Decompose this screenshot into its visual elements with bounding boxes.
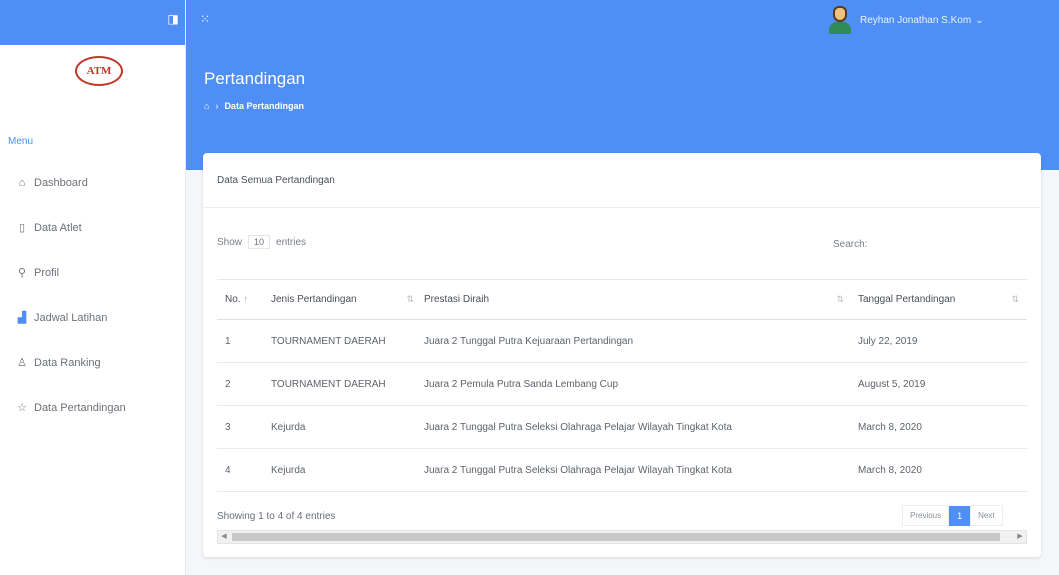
cell-prestasi: Juara 2 Tunggal Putra Seleksi Olahraga P… (422, 405, 852, 449)
next-button[interactable]: Next (970, 505, 1003, 526)
sort-asc-icon: ↑ (243, 294, 248, 304)
cell-jenis: Kejurda (267, 405, 422, 449)
home-icon: ⌂ (18, 176, 26, 189)
user-icon: ⚲ (17, 267, 27, 279)
sidebar-nav: ⌂ Dashboard ▯ Data Atlet ⚲ Profil ▟ Jadw… (0, 160, 185, 430)
table-row: 3 Kejurda Juara 2 Tunggal Putra Seleksi … (217, 405, 1027, 449)
column-header-no[interactable]: No. ↑ (217, 279, 267, 320)
cell-prestasi: Juara 2 Tunggal Putra Kejuaraan Pertandi… (422, 319, 852, 363)
sort-icon: ⇅ (1011, 294, 1019, 304)
search-label: Search: (833, 238, 868, 250)
table-info: Showing 1 to 4 of 4 entries (217, 511, 336, 522)
sidebar-item-label: Dashboard (34, 176, 88, 189)
sort-icon: ⇅ (406, 294, 414, 304)
matches-table: No. ↑ Jenis Pertandingan ⇅ Prestasi Dirai… (217, 279, 1027, 492)
cell-no: 3 (217, 405, 267, 449)
sidebar-item-data-pertandingan[interactable]: ☆ Data Pertandingan (0, 385, 185, 430)
menu-title: Menu (8, 136, 34, 147)
cell-no: 4 (217, 448, 267, 492)
document-icon: ▯ (18, 222, 26, 234)
column-header-tanggal[interactable]: Tanggal Pertandingan ⇅ (852, 279, 1027, 320)
cell-tanggal: March 8, 2020 (852, 448, 1027, 492)
search-box: Search: (833, 235, 1034, 253)
entries-select[interactable]: 10 (248, 235, 271, 249)
sidebar-item-dashboard[interactable]: ⌂ Dashboard (0, 160, 185, 205)
scroll-left-icon[interactable]: ◀ (218, 531, 230, 543)
page-title: Pertandingan (204, 69, 306, 88)
column-header-prestasi[interactable]: Prestasi Diraih ⇅ (422, 279, 852, 320)
table-row: 1 TOURNAMENT DAERAH Juara 2 Tunggal Putr… (217, 319, 1027, 363)
cell-no: 2 (217, 362, 267, 406)
breadcrumb: ⌂ › Data Pertandingan (204, 101, 304, 111)
sidebar-toggle-icon[interactable]: ◨ (166, 12, 180, 26)
bar-chart-icon: ▟ (17, 312, 27, 324)
sidebar-item-label: Data Ranking (34, 356, 101, 369)
show-label: Show (217, 236, 243, 248)
column-header-jenis[interactable]: Jenis Pertandingan ⇅ (267, 279, 422, 320)
data-card: Data Semua Pertandingan Show 10 entries … (203, 153, 1041, 557)
grid-icon[interactable]: ⁙ (200, 12, 210, 26)
entries-label: entries (276, 236, 307, 248)
page-1-button[interactable]: 1 (949, 505, 971, 526)
sidebar-item-profil[interactable]: ⚲ Profil (0, 250, 185, 295)
user-menu[interactable]: Reyhan Jonathan S.Kom ⌄ (860, 15, 984, 26)
scroll-right-icon[interactable]: ▶ (1014, 531, 1026, 543)
sort-icon: ⇅ (836, 294, 844, 304)
horizontal-scrollbar[interactable]: ◀ ▶ (217, 530, 1027, 544)
avatar[interactable] (828, 5, 854, 35)
user-name: Reyhan Jonathan S.Kom (860, 15, 972, 26)
sidebar-item-data-atlet[interactable]: ▯ Data Atlet (0, 205, 185, 250)
breadcrumb-separator-icon: › (215, 101, 219, 111)
cell-jenis: Kejurda (267, 448, 422, 492)
sidebar-item-jadwal-latihan[interactable]: ▟ Jadwal Latihan (0, 295, 185, 340)
cell-tanggal: July 22, 2019 (852, 319, 1027, 363)
pagination: Previous 1 Next (902, 505, 1003, 526)
cell-tanggal: March 8, 2020 (852, 405, 1027, 449)
sidebar-item-label: Data Atlet (34, 221, 82, 234)
cell-jenis: TOURNAMENT DAERAH (267, 362, 422, 406)
scroll-thumb[interactable] (232, 533, 1000, 541)
table-header-row: No. ↑ Jenis Pertandingan ⇅ Prestasi Dirai… (217, 279, 1027, 320)
cell-prestasi: Juara 2 Pemula Putra Sanda Lembang Cup (422, 362, 852, 406)
cell-no: 1 (217, 319, 267, 363)
cell-jenis: TOURNAMENT DAERAH (267, 319, 422, 363)
page-header: Pertandingan ⌂ › Data Pertandingan (186, 45, 1059, 170)
entries-length: Show 10 entries (217, 235, 306, 249)
table-row: 4 Kejurda Juara 2 Tunggal Putra Seleksi … (217, 448, 1027, 492)
logo: ATM (75, 56, 123, 86)
search-input[interactable] (873, 235, 1034, 253)
sidebar-item-label: Jadwal Latihan (34, 311, 108, 324)
cell-prestasi: Juara 2 Tunggal Putra Seleksi Olahraga P… (422, 448, 852, 492)
top-navbar: ⁙ Reyhan Jonathan S.Kom ⌄ (186, 0, 1059, 45)
table-controls: Show 10 entries Search: (217, 235, 1034, 255)
sidebar-header: ◨ (0, 0, 185, 45)
breadcrumb-current: Data Pertandingan (224, 101, 304, 111)
card-title: Data Semua Pertandingan (203, 153, 1041, 208)
home-icon[interactable]: ⌂ (204, 101, 209, 111)
sidebar-item-data-ranking[interactable]: ♙ Data Ranking (0, 340, 185, 385)
sidebar-item-label: Data Pertandingan (34, 401, 126, 414)
sidebar: ◨ ATM Menu ⌂ Dashboard ▯ Data Atlet ⚲ Pr… (0, 0, 186, 575)
star-icon: ☆ (17, 402, 27, 414)
table-row: 2 TOURNAMENT DAERAH Juara 2 Pemula Putra… (217, 362, 1027, 406)
sidebar-item-label: Profil (34, 266, 60, 279)
previous-button[interactable]: Previous (902, 505, 950, 526)
chevron-down-icon: ⌄ (975, 15, 984, 26)
person-icon: ♙ (17, 357, 27, 369)
cell-tanggal: August 5, 2019 (852, 362, 1027, 406)
